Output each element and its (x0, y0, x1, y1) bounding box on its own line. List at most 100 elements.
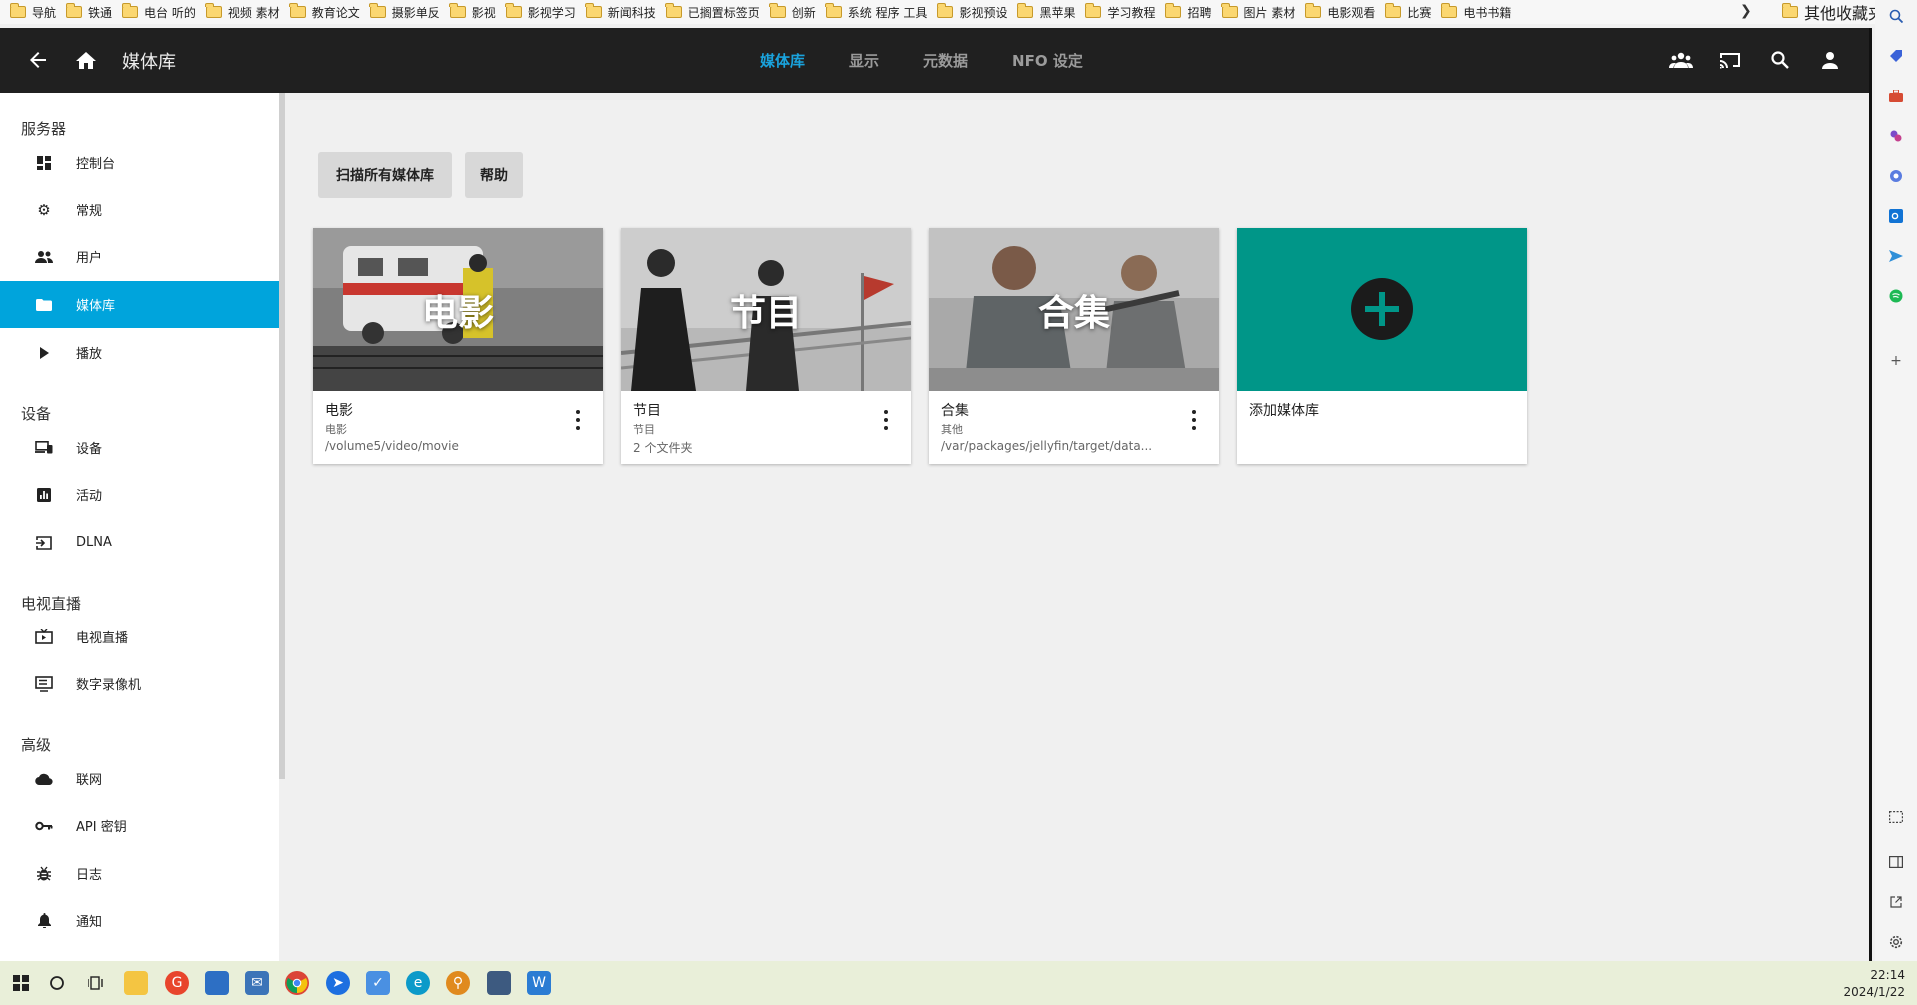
bookmark-folder[interactable]: 电影观看 (1304, 0, 1375, 24)
library-image-movies[interactable]: 电影 (313, 228, 603, 391)
mail-icon[interactable]: ✉ (245, 971, 269, 995)
outlook-icon[interactable] (1886, 206, 1906, 226)
sidebar-item-general[interactable]: ⚙ 常规 (0, 186, 279, 233)
sidebar-item-dashboard[interactable]: 控制台 (0, 139, 279, 186)
bluetooth-app-icon[interactable]: ➤ (326, 971, 350, 995)
sidebar-item-logs[interactable]: 日志 (0, 850, 279, 897)
library-image-collections[interactable]: 合集 (929, 228, 1219, 391)
bookmark-folder[interactable]: 铁通 (65, 0, 112, 24)
search-icon[interactable] (1766, 46, 1794, 74)
copilot-icon[interactable] (1886, 166, 1906, 186)
feishu-icon[interactable]: ✓ (366, 971, 390, 995)
file-explorer-icon[interactable] (124, 971, 148, 995)
sidebar-item-playback[interactable]: 播放 (0, 329, 279, 376)
bookmark-label: 教育论文 (311, 5, 360, 20)
help-button[interactable]: 帮助 (465, 152, 523, 198)
folder-icon (1084, 3, 1102, 18)
scan-all-libraries-button[interactable]: 扫描所有媒体库 (318, 152, 452, 198)
open-external-icon[interactable] (1886, 892, 1906, 912)
bookmark-folder[interactable]: 影视学习 (505, 0, 576, 24)
system-clock[interactable]: 22:14 2024/1/22 (1843, 967, 1905, 1001)
bookmark-folder[interactable]: 已搁置标签页 (665, 0, 760, 24)
bookmark-label: 摄影单反 (391, 5, 440, 20)
users-icon (24, 250, 64, 263)
toolbox-icon[interactable] (1886, 86, 1906, 106)
bookmark-folder[interactable]: 影视预设 (936, 0, 1007, 24)
sidebar-item-dvr[interactable]: 数字录像机 (0, 660, 279, 707)
sidebar-item-notifications[interactable]: 通知 (0, 897, 279, 944)
sidebar-item-activity[interactable]: 活动 (0, 471, 279, 518)
sidebar-item-dlna[interactable]: DLNA (0, 519, 279, 566)
search-icon[interactable] (1886, 6, 1906, 26)
sidebar-item-networking[interactable]: 联网 (0, 755, 279, 802)
section-title-server: 服务器 (21, 120, 67, 138)
sidebar-item-devices[interactable]: 设备 (0, 424, 279, 471)
games-icon[interactable] (1886, 126, 1906, 146)
bookmark-folder[interactable]: 创新 (769, 0, 816, 24)
bookmark-folder[interactable]: 系统 程序 工具 (825, 0, 927, 24)
screenshot-icon[interactable] (1886, 807, 1906, 827)
more-vert-icon[interactable] (883, 410, 889, 430)
sidebar-item-library[interactable]: 媒体库 (0, 281, 279, 328)
user-account-icon[interactable] (1816, 46, 1844, 74)
word-icon[interactable]: W (527, 971, 551, 995)
bookmark-folder[interactable]: 招聘 (1164, 0, 1212, 24)
bookmark-folder[interactable]: 学习教程 (1084, 0, 1155, 24)
bookmark-folder[interactable]: 摄影单反 (369, 0, 440, 24)
bookmark-folder[interactable]: 比赛 (1384, 0, 1431, 24)
add-circle-icon (1351, 278, 1413, 340)
windows-start-icon[interactable] (9, 971, 33, 995)
bookmark-folder[interactable]: 电书书籍 (1440, 0, 1511, 24)
task-view-icon[interactable] (84, 971, 108, 995)
add-library-card[interactable]: 添加媒体库 (1237, 228, 1527, 464)
bookmarks-more-icon[interactable]: ❯ (1740, 3, 1752, 19)
bookmark-folder[interactable]: 导航 (9, 0, 56, 24)
bookmark-folder[interactable]: 视频 素材 (205, 0, 280, 24)
search-app-icon[interactable]: ⚲ (446, 971, 470, 995)
library-card-movies[interactable]: 电影 电影 电影 /volume5/video/movie (313, 228, 603, 464)
bookmark-other-folder[interactable]: 其他收藏夹 (1781, 0, 1885, 24)
more-vert-icon[interactable] (575, 410, 581, 430)
tab-nfo-settings[interactable]: NFO 设定 (1012, 50, 1083, 71)
edge-browser-icon[interactable]: e (406, 971, 430, 995)
search-circle-icon[interactable] (45, 971, 69, 995)
add-library-tile[interactable] (1237, 228, 1527, 391)
sidebar-item-api-keys[interactable]: API 密钥 (0, 802, 279, 849)
sidebar-scrollbar[interactable] (279, 93, 285, 779)
send-icon[interactable] (1886, 246, 1906, 266)
bookmark-folder[interactable]: 电台 听的 (121, 0, 196, 24)
back-arrow-icon[interactable] (24, 46, 52, 74)
tab-display[interactable]: 显示 (849, 50, 879, 71)
bookmark-folder[interactable]: 教育论文 (289, 0, 360, 24)
spotify-icon[interactable] (1886, 286, 1906, 306)
sync-play-users-icon[interactable] (1667, 46, 1695, 74)
remote-desktop-icon[interactable] (487, 971, 511, 995)
sidebar-item-live-tv[interactable]: 电视直播 (0, 613, 279, 660)
sidebar-item-label: 媒体库 (76, 299, 116, 314)
library-card-shows[interactable]: 节目 节目 节目 2 个文件夹 (621, 228, 911, 464)
bookmark-folder[interactable]: 图片 素材 (1221, 0, 1295, 24)
library-image-shows[interactable]: 节目 (621, 228, 911, 391)
cloud-icon (24, 773, 64, 785)
home-icon[interactable] (72, 46, 100, 74)
cast-icon[interactable] (1716, 46, 1744, 74)
sidebar-toggle-icon[interactable] (1886, 852, 1906, 872)
bookmark-folder[interactable]: 新闻科技 (585, 0, 656, 24)
sidebar-item-label: 数字录像机 (76, 678, 142, 693)
bookmark-other-label: 其他收藏夹 (1804, 4, 1885, 23)
sidebar-item-users[interactable]: 用户 (0, 233, 279, 280)
input-icon (24, 535, 64, 550)
chrome-icon[interactable] (285, 971, 309, 995)
bookmark-folder[interactable]: 影视 (449, 0, 496, 24)
tab-library[interactable]: 媒体库 (760, 50, 805, 71)
more-vert-icon[interactable] (1191, 410, 1197, 430)
store-icon[interactable] (205, 971, 229, 995)
tab-metadata[interactable]: 元数据 (923, 50, 968, 71)
app-g-icon[interactable]: G (165, 971, 189, 995)
settings-gear-icon[interactable] (1886, 932, 1906, 952)
bookmark-folder[interactable]: 黑苹果 (1016, 0, 1075, 24)
add-icon[interactable]: + (1886, 351, 1906, 371)
tag-icon[interactable] (1886, 46, 1906, 66)
library-card-collections[interactable]: 合集 合集 其他 /var/packages/jellyfin/target/d… (929, 228, 1219, 464)
library-path: /volume5/video/movie (325, 439, 459, 453)
